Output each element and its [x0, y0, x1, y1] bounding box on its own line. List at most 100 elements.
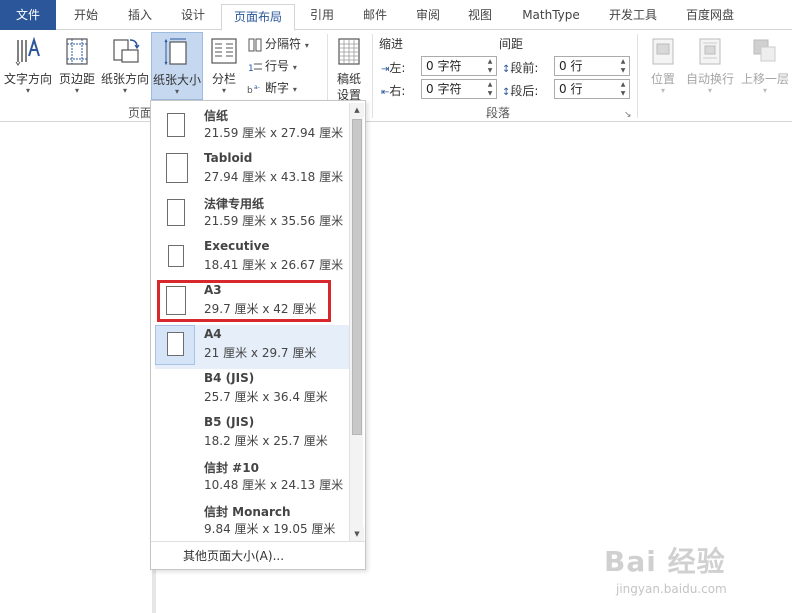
scroll-down-icon[interactable]: ▼ [350, 527, 364, 541]
line-numbers-label: 行号 [265, 59, 290, 73]
orientation-button[interactable]: 纸张方向 ▾ [100, 32, 150, 100]
tab-insert[interactable]: 插入 [114, 0, 166, 30]
paper-size-item-tabloid[interactable]: Tabloid 27.94 厘米 x 43.18 厘米 [155, 149, 349, 193]
orientation-icon [113, 39, 140, 63]
paragraph-group-label: 段落 [486, 106, 511, 120]
tab-mathtype[interactable]: MathType [508, 0, 594, 30]
draft-paper-icon [338, 38, 360, 65]
paper-size-label: 纸张大小 [152, 73, 201, 87]
breaks-button[interactable]: 分隔符 ▾ [247, 34, 309, 54]
wrap-text-button[interactable]: 自动换行 ▾ [684, 32, 736, 100]
paper-size-item-legal[interactable]: 法律专用纸 21.59 厘米 x 35.56 厘米 [155, 193, 349, 237]
scroll-up-icon[interactable]: ▲ [350, 103, 364, 117]
margins-button[interactable]: 页边距 ▾ [56, 32, 98, 100]
tab-references[interactable]: 引用 [298, 0, 346, 30]
tab-view[interactable]: 视图 [456, 0, 504, 30]
svg-text:b: b [247, 86, 253, 96]
bring-forward-button[interactable]: 上移一层 ▾ [738, 32, 792, 100]
paper-size-item-b4-jis[interactable]: B4 (JIS) 25.7 厘米 x 36.4 厘米 [155, 369, 349, 413]
indent-right-label: ⇤右: [381, 84, 406, 98]
paper-size-item-b5-jis[interactable]: B5 (JIS) 18.2 厘米 x 25.7 厘米 [155, 413, 349, 457]
tab-page-layout[interactable]: 页面布局 [221, 4, 295, 31]
spacing-before-label: ↕段前: [502, 61, 539, 75]
columns-icon [211, 38, 237, 64]
spacing-before-input[interactable]: 0 行 ▲ ▼ [554, 56, 630, 76]
chevron-down-icon: ▾ [707, 86, 712, 95]
paper-portrait-icon [167, 332, 184, 356]
spinner-arrows-icon[interactable]: ▲ ▼ [484, 57, 496, 75]
tab-developer[interactable]: 开发工具 [598, 0, 668, 30]
paper-portrait-icon [167, 199, 185, 226]
spacing-title: 间距 [499, 37, 524, 51]
paper-size-button[interactable]: 纸张大小 ▾ [151, 32, 203, 100]
tab-baidu-netdisk[interactable]: 百度网盘 [672, 0, 748, 30]
tab-home[interactable]: 开始 [60, 0, 112, 30]
hyphenation-button[interactable]: b a- 断字 ▾ [247, 78, 297, 98]
paper-size-item-a4[interactable]: A4 21 厘米 x 29.7 厘米 [155, 325, 349, 369]
svg-text:a-: a- [254, 84, 260, 91]
group-separator [637, 34, 638, 118]
text-direction-label: 文字方向 [3, 72, 52, 86]
spacing-after-label: ↕段后: [502, 84, 539, 98]
paper-portrait-icon [166, 153, 188, 183]
paper-size-item-envelope-monarch[interactable]: 信封 Monarch 9.84 厘米 x 19.05 厘米 [155, 501, 349, 545]
position-icon [652, 38, 674, 65]
bring-forward-icon [753, 39, 776, 62]
indent-left-label: ⇥左: [381, 61, 406, 75]
hyphenation-label: 断字 [265, 81, 290, 95]
group-separator [372, 34, 373, 118]
text-direction-icon [15, 36, 40, 66]
more-paper-sizes-item[interactable]: 其他页面大小(A)... [151, 541, 365, 569]
line-numbers-icon: 1 [248, 63, 262, 74]
wrap-text-icon [699, 38, 721, 65]
paper-size-icon [164, 38, 187, 66]
position-button[interactable]: 位置 ▾ [645, 32, 681, 100]
tab-mailings[interactable]: 邮件 [350, 0, 400, 30]
dialog-launcher-icon[interactable]: ↘ [624, 110, 632, 120]
chevron-down-icon: ▾ [174, 87, 179, 96]
svg-text:1: 1 [248, 64, 254, 74]
page-setup-group-label: 页面 [128, 106, 153, 120]
spinner-arrows-icon[interactable]: ▲ ▼ [617, 80, 629, 98]
margins-icon [66, 38, 88, 65]
baidu-watermark: Bai 经验 jingyan.baidu.com [604, 540, 790, 610]
watermark-logo: Bai 经验 [604, 545, 726, 578]
text-direction-button[interactable]: 文字方向 ▾ [2, 32, 54, 100]
paper-portrait-icon [168, 245, 184, 267]
spinner-arrows-icon[interactable]: ▲ ▼ [484, 80, 496, 98]
hyphenation-icon: b a- [247, 84, 260, 96]
breaks-icon [248, 38, 262, 51]
spinner-arrows-icon[interactable]: ▲ ▼ [617, 57, 629, 75]
columns-button[interactable]: 分栏 ▾ [205, 32, 243, 100]
chevron-down-icon: ▾ [25, 86, 30, 95]
tab-review[interactable]: 审阅 [404, 0, 452, 30]
paper-size-item-envelope-10[interactable]: 信封 #10 10.48 厘米 x 24.13 厘米 [155, 457, 349, 501]
draft-paper-label-1: 稿纸 [336, 72, 361, 86]
chevron-down-icon: ▾ [762, 86, 767, 95]
paper-portrait-icon [167, 113, 185, 137]
draft-paper-button[interactable]: 稿纸 设置 [331, 32, 367, 102]
ribbon-tab-bar: 文件 开始 插入 设计 页面布局 引用 邮件 审阅 视图 MathType 开发… [0, 0, 792, 31]
indent-left-input[interactable]: 0 字符 ▲ ▼ [421, 56, 497, 76]
paper-size-item-letter[interactable]: 信纸 21.59 厘米 x 27.94 厘米 [155, 105, 349, 149]
indent-title: 缩进 [379, 37, 404, 51]
paper-size-item-executive[interactable]: Executive 18.41 厘米 x 26.67 厘米 [155, 237, 349, 281]
line-numbers-button[interactable]: 1 行号 ▾ [247, 56, 297, 76]
chevron-down-icon: ▾ [122, 86, 127, 95]
scrollbar-thumb[interactable] [352, 119, 362, 435]
chevron-down-icon: ▾ [74, 86, 79, 95]
position-label: 位置 [650, 72, 675, 86]
bring-forward-label: 上移一层 [740, 72, 789, 86]
columns-label: 分栏 [211, 72, 236, 86]
highlight-box [157, 280, 331, 322]
tab-file[interactable]: 文件 [0, 0, 56, 30]
chevron-down-icon: ▾ [221, 86, 226, 95]
spacing-after-input[interactable]: 0 行 ▲ ▼ [554, 79, 630, 99]
orientation-label: 纸张方向 [100, 72, 149, 86]
breaks-label: 分隔符 [265, 37, 302, 51]
dropdown-scrollbar[interactable]: ▲ ▼ [349, 103, 364, 541]
tab-design[interactable]: 设计 [168, 0, 218, 30]
indent-right-input[interactable]: 0 字符 ▲ ▼ [421, 79, 497, 99]
chevron-down-icon: ▾ [660, 86, 665, 95]
wrap-text-label: 自动换行 [685, 72, 734, 86]
